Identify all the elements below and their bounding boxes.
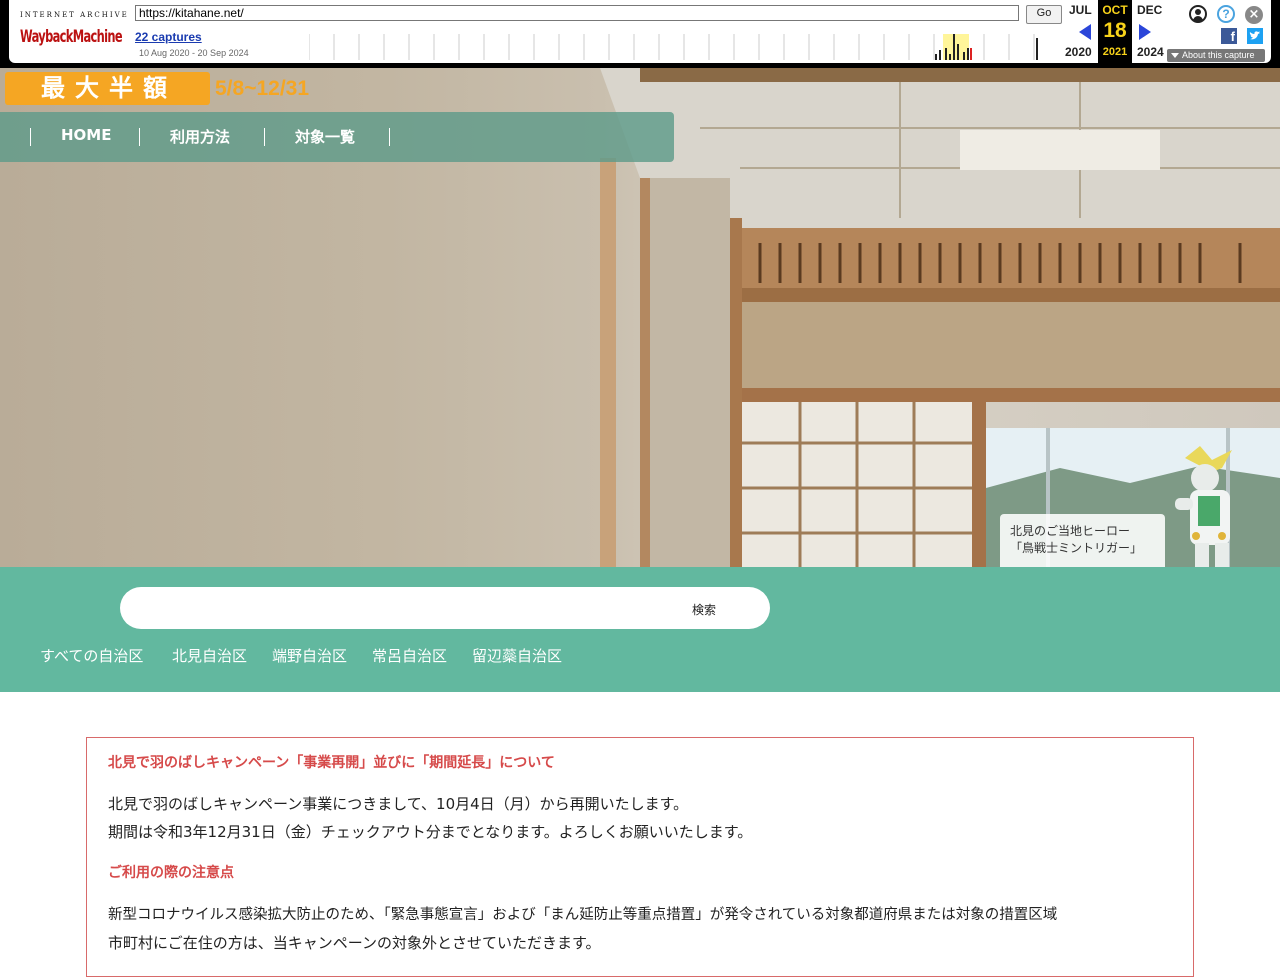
wayback-current-month: OCT xyxy=(1102,3,1128,17)
nav-divider xyxy=(30,128,31,146)
facebook-share-icon[interactable]: f xyxy=(1221,28,1237,44)
notice-text: 北見で羽のばしキャンペーン事業につきまして、10月4日（月）から再開いたします。 xyxy=(108,795,689,813)
wayback-captures-link[interactable]: 22 captures xyxy=(135,30,202,44)
wayback-logo-caption: INTERNET ARCHIVE xyxy=(20,11,129,19)
region-link-tanno[interactable]: 端野自治区 xyxy=(272,645,347,666)
notice-text: 新型コロナウイルス感染拡大防止のため、「緊急事態宣言」および「まん延防止等重点措… xyxy=(108,907,1058,923)
region-link-tokoro[interactable]: 常呂自治区 xyxy=(372,645,447,666)
nav-divider xyxy=(264,128,265,146)
nav-divider xyxy=(389,128,390,146)
hero-caption-line1: 北見のご当地ヒーロー xyxy=(1010,524,1131,538)
hero-caption-line2: 「鳥戦士ミントリガー」 xyxy=(1010,541,1143,555)
search-section: 検索 すべての自治区 北見自治区 端野自治区 常呂自治区 留辺蘂自治区 xyxy=(0,567,1280,692)
wayback-logo[interactable]: WaybackMachine xyxy=(20,22,122,48)
search-input[interactable] xyxy=(120,587,770,629)
nav-item-home[interactable]: HOME xyxy=(61,126,111,144)
notice-heading-resume: 北見で羽のばしキャンペーン「事業再開」並びに「期間延長」について xyxy=(108,755,555,771)
twitter-share-icon[interactable] xyxy=(1247,28,1263,44)
help-icon[interactable]: ? xyxy=(1217,5,1235,23)
notice-heading-caution: ご利用の際の注意点 xyxy=(108,865,234,881)
wayback-go-button[interactable]: Go xyxy=(1026,5,1062,24)
search-button[interactable]: 検索 xyxy=(692,601,716,618)
chevron-down-icon xyxy=(1171,53,1179,59)
notice-text: 期間は令和3年12月31日（金）チェックアウト分までとなります。よろしくお願いい… xyxy=(108,823,753,841)
region-link-kitami[interactable]: 北見自治区 xyxy=(172,645,247,666)
wayback-next-year[interactable]: 2024 xyxy=(1137,45,1164,59)
region-link-rubeshibe[interactable]: 留辺蘂自治区 xyxy=(472,645,562,666)
wayback-next-month[interactable]: DEC xyxy=(1137,3,1162,17)
close-icon[interactable]: × xyxy=(1245,6,1263,24)
hero-caption: 北見のご当地ヒーロー 「鳥戦士ミントリガー」 xyxy=(1000,514,1165,567)
about-capture-label: About this capture xyxy=(1182,50,1255,60)
user-account-icon[interactable] xyxy=(1189,5,1207,23)
main-nav: HOME 利用方法 対象一覧 xyxy=(0,112,674,162)
next-capture-arrow-icon[interactable] xyxy=(1139,24,1151,40)
wayback-logo-text: WaybackMachine xyxy=(20,27,122,47)
notice-box: 北見で羽のばしキャンペーン「事業再開」並びに「期間延長」について 北見で羽のばし… xyxy=(86,737,1194,977)
campaign-dates: 5/8~12/31 xyxy=(215,77,310,100)
wayback-url-input[interactable]: https://kitahane.net/ xyxy=(135,5,1019,21)
wayback-capture-sparkline[interactable] xyxy=(309,34,1061,62)
wayback-current-day: 18 xyxy=(1103,19,1127,42)
nav-item-how-to-use[interactable]: 利用方法 xyxy=(170,126,230,147)
wayback-prev-year[interactable]: 2020 xyxy=(1065,45,1092,59)
wayback-toolbar: INTERNET ARCHIVE WaybackMachine https://… xyxy=(0,0,1280,68)
campaign-banner: 最大半額 xyxy=(5,72,210,105)
about-capture-dropdown[interactable]: About this capture xyxy=(1167,49,1265,62)
prev-capture-arrow-icon[interactable] xyxy=(1079,24,1091,40)
wayback-date-range: 10 Aug 2020 - 20 Sep 2024 xyxy=(139,48,249,58)
nav-item-target-list[interactable]: 対象一覧 xyxy=(295,126,355,147)
hero-section: 最大半額 5/8~12/31 HOME 利用方法 対象一覧 北見のご当地ヒーロー… xyxy=(0,68,1280,567)
region-link-all[interactable]: すべての自治区 xyxy=(40,645,143,666)
nav-divider xyxy=(139,128,140,146)
wayback-prev-month[interactable]: JUL xyxy=(1069,3,1092,17)
wayback-panel: INTERNET ARCHIVE WaybackMachine https://… xyxy=(9,0,1271,63)
wayback-current-date: OCT 18 2021 xyxy=(1098,0,1132,63)
notice-text: 市町村にご在住の方は、当キャンペーンの対象外とさせていただきます。 xyxy=(108,934,601,952)
wayback-current-year: 2021 xyxy=(1102,46,1128,58)
